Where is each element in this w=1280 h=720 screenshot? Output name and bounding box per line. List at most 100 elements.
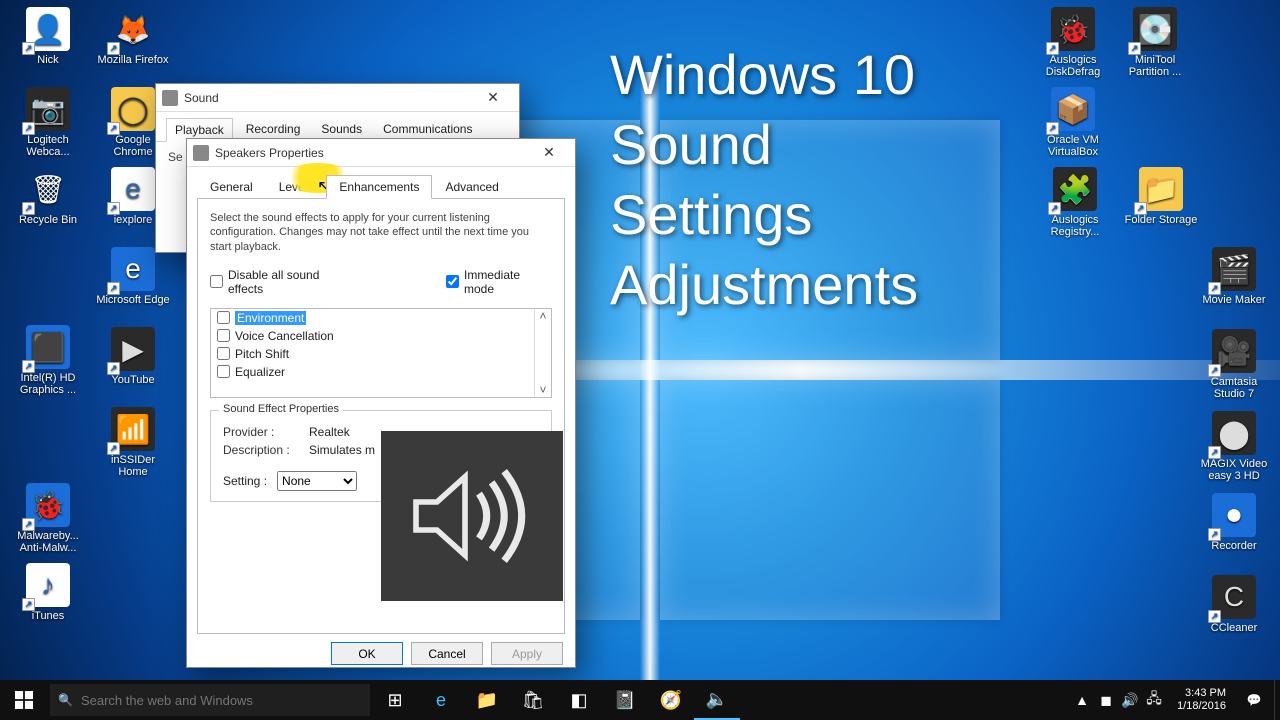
provider-label: Provider : xyxy=(223,425,303,439)
taskbar-app-1[interactable]: ◧ xyxy=(556,680,602,720)
provider-value: Realtek xyxy=(309,425,350,439)
app-icon: 👤 xyxy=(26,7,70,51)
disable-all-checkbox[interactable]: Disable all sound effects xyxy=(210,268,356,296)
app-icon: 📶 xyxy=(111,407,155,451)
app-icon: 🎬 xyxy=(1212,247,1256,291)
effect-label: Pitch Shift xyxy=(235,347,289,361)
desktop-icon[interactable]: ⬛Intel(R) HD Graphics ... xyxy=(10,323,86,401)
tab-levels[interactable]: Levels xyxy=(266,175,327,199)
desktop-icon[interactable]: ⏺ Recorder xyxy=(1196,491,1272,569)
effect-row[interactable]: Environment xyxy=(211,309,551,327)
sound-icon xyxy=(162,90,178,106)
tab-general[interactable]: General xyxy=(197,175,266,199)
desktop-icon-label: Nick xyxy=(10,54,86,66)
desktop-icon[interactable]: eMicrosoft Edge xyxy=(95,245,171,323)
effects-listbox[interactable]: Environment Voice Cancellation Pitch Shift… xyxy=(210,308,552,398)
listbox-scrollbar[interactable]: ˄˅ xyxy=(534,309,551,397)
app-icon: ⏺ xyxy=(1212,493,1256,537)
taskbar-edge[interactable]: e xyxy=(418,680,464,720)
tray-icon-0[interactable]: ▲ xyxy=(1073,692,1091,708)
immediate-mode-checkbox[interactable]: Immediate mode xyxy=(446,268,552,296)
effect-checkbox[interactable] xyxy=(217,347,230,360)
sound-titlebar[interactable]: Sound ✕ xyxy=(156,84,519,112)
desktop-icon[interactable]: 🐞 Malwareby... Anti-Malw... xyxy=(10,481,86,559)
app-icon: 🦊 xyxy=(111,7,155,51)
desktop-icon-label: Logitech Webca... xyxy=(10,134,86,158)
desktop-icon[interactable]: 👤 Nick xyxy=(10,5,86,83)
taskbar-store[interactable]: 🛍 xyxy=(510,680,556,720)
desktop-icon[interactable]: 🎬Movie Maker xyxy=(1196,245,1272,323)
group-legend: Sound Effect Properties xyxy=(219,403,343,415)
search-box[interactable]: 🔍 xyxy=(50,684,370,716)
disable-all-label: Disable all sound effects xyxy=(228,268,356,296)
show-desktop-button[interactable] xyxy=(1274,680,1280,720)
search-icon: 🔍 xyxy=(58,693,73,707)
task-view-button[interactable]: ⊞ xyxy=(372,680,418,720)
effect-label: Voice Cancellation xyxy=(235,329,334,343)
desktop-icon-label: Camtasia Studio 7 xyxy=(1196,376,1272,400)
clock-time: 3:43 PM xyxy=(1177,687,1226,700)
tray-icon-2[interactable]: 🔊 xyxy=(1121,692,1139,709)
speakers-properties-window[interactable]: Speakers Properties ✕ GeneralLevelsEnhan… xyxy=(186,138,576,668)
taskbar-app-2[interactable]: 📓 xyxy=(602,680,648,720)
tray-icon-1[interactable]: ◼ xyxy=(1097,692,1115,709)
desktop-icon[interactable]: ▶YouTube xyxy=(95,325,171,403)
taskbar-app-3[interactable]: 🧭 xyxy=(648,680,694,720)
action-center-button[interactable]: 💬 xyxy=(1234,680,1274,720)
app-icon: 🐞 xyxy=(26,483,70,527)
taskbar-sound-app[interactable]: 🔈 xyxy=(694,680,740,720)
apply-button[interactable]: Apply xyxy=(491,642,563,665)
effect-checkbox[interactable] xyxy=(217,311,230,324)
start-button[interactable] xyxy=(0,680,48,720)
effect-row[interactable]: Voice Cancellation xyxy=(211,327,551,345)
app-icon: e xyxy=(111,247,155,291)
app-icon: 📷 xyxy=(26,87,70,131)
desktop-icon[interactable]: ⬤MAGIX Video easy 3 HD xyxy=(1196,409,1272,487)
app-icon: 🎥 xyxy=(1212,329,1256,373)
desktop-icon[interactable]: 📶 inSSIDer Home xyxy=(95,405,171,483)
speaker-icon xyxy=(193,145,209,161)
search-input[interactable] xyxy=(81,693,362,708)
taskbar-file-explorer[interactable]: 📁 xyxy=(464,680,510,720)
effect-label: Equalizer xyxy=(235,365,285,379)
desktop-icon[interactable]: 🗑Recycle Bin xyxy=(10,165,86,243)
desktop-icon[interactable]: ♪iTunes xyxy=(10,561,86,639)
desktop-icon[interactable]: 🎥 Camtasia Studio 7 xyxy=(1196,327,1272,405)
setting-select[interactable]: None xyxy=(277,471,357,491)
sound-title: Sound xyxy=(184,91,473,105)
app-icon: e xyxy=(111,167,155,211)
scroll-up-icon[interactable]: ˄ xyxy=(539,309,546,323)
desktop-icon[interactable]: 📷 Logitech Webca... xyxy=(10,85,86,163)
immediate-mode-label: Immediate mode xyxy=(464,268,552,296)
desktop-icon-label: Malwareby... Anti-Malw... xyxy=(10,530,86,554)
effect-checkbox[interactable] xyxy=(217,365,230,378)
effect-row[interactable]: Equalizer xyxy=(211,363,551,381)
desktop-icon-label: Recorder xyxy=(1196,540,1272,552)
desktop-icon-label: MAGIX Video easy 3 HD xyxy=(1196,458,1272,482)
enhancements-description: Select the sound effects to apply for yo… xyxy=(210,211,552,254)
desktop-icon-label: Mozilla Firefox xyxy=(95,54,171,66)
description-label: Description : xyxy=(223,443,303,457)
close-icon[interactable]: ✕ xyxy=(529,141,569,165)
taskbar-clock[interactable]: 3:43 PM 1/18/2016 xyxy=(1169,687,1234,712)
desktop-icon[interactable]: CCCleaner xyxy=(1196,573,1272,651)
effect-checkbox[interactable] xyxy=(217,329,230,342)
scroll-down-icon[interactable]: ˅ xyxy=(539,383,546,397)
desktop-icon-label: inSSIDer Home xyxy=(95,454,171,478)
props-titlebar[interactable]: Speakers Properties ✕ xyxy=(187,139,575,167)
app-icon: ♪ xyxy=(26,563,70,607)
tab-enhancements[interactable]: Enhancements xyxy=(326,175,432,199)
taskbar[interactable]: 🔍 ⊞ e 📁 🛍 ◧ 📓 🧭 🔈 ▲ ◼ 🔊 🖧 3:43 PM 1/18/2016… xyxy=(0,680,1280,720)
ok-button[interactable]: OK xyxy=(331,642,403,665)
cancel-button[interactable]: Cancel xyxy=(411,642,483,665)
desktop-icon-label: CCleaner xyxy=(1196,622,1272,634)
tray-icon-3[interactable]: 🖧 xyxy=(1145,688,1163,712)
effect-row[interactable]: Pitch Shift xyxy=(211,345,551,363)
effect-label: Environment xyxy=(235,311,306,325)
desktop-icon-label: Recycle Bin xyxy=(10,214,86,226)
tab-advanced[interactable]: Advanced xyxy=(432,175,511,199)
overlay-caption: Windows 10 Sound Settings Adjustments xyxy=(610,40,1170,320)
close-icon[interactable]: ✕ xyxy=(473,86,513,110)
clock-date: 1/18/2016 xyxy=(1177,700,1226,713)
desktop-icon[interactable]: 🦊 Mozilla Firefox xyxy=(95,5,171,83)
